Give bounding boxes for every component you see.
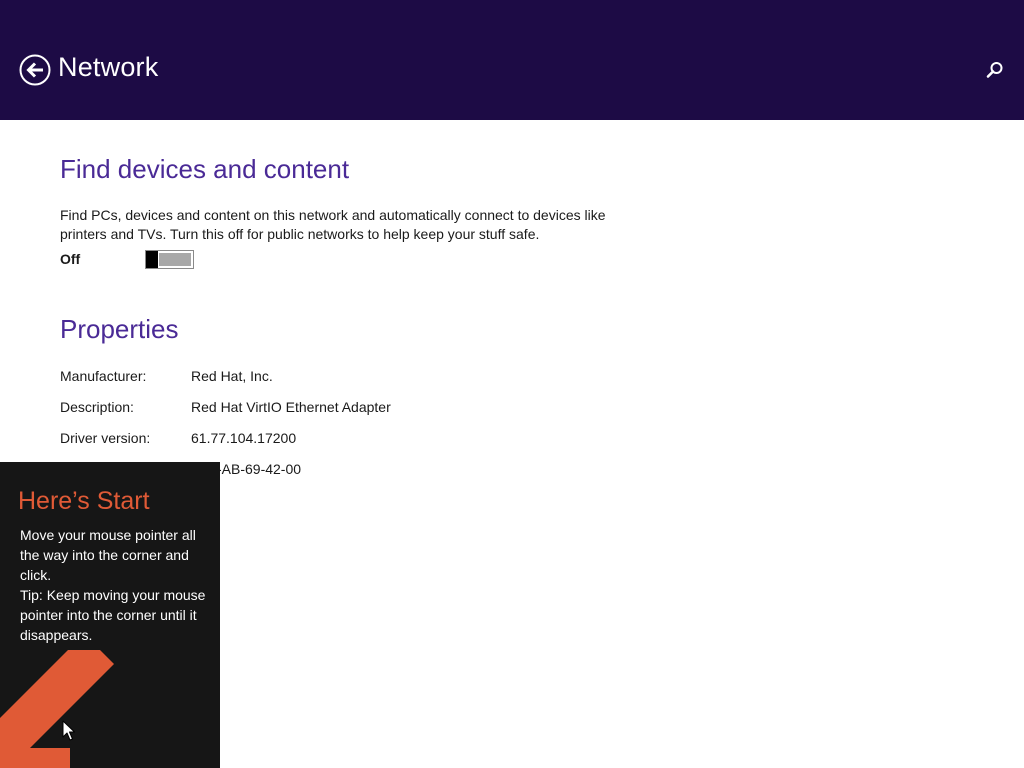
- find-devices-toggle[interactable]: [145, 250, 194, 269]
- start-tip-panel: Here’s Start Move your mouse pointer all…: [0, 462, 220, 768]
- app-header: Network: [0, 0, 1024, 120]
- arrow-down-left-icon: [0, 650, 114, 768]
- property-value: Red Hat, Inc.: [191, 368, 273, 384]
- mouse-cursor-icon: [62, 720, 75, 741]
- start-tip-body: Move your mouse pointer all the way into…: [20, 525, 210, 645]
- property-label: Driver version:: [60, 430, 151, 446]
- start-tip-title: Here’s Start: [18, 487, 150, 515]
- page-title: Network: [58, 52, 159, 82]
- property-label: Description:: [60, 399, 134, 415]
- start-tip-instruction: Move your mouse pointer all the way into…: [20, 527, 196, 583]
- property-value: -AB-69-42-00: [217, 461, 302, 477]
- find-devices-toggle-state: Off: [60, 251, 81, 267]
- properties-heading: Properties: [60, 314, 179, 344]
- search-icon[interactable]: [985, 60, 1005, 80]
- toggle-track: [159, 253, 191, 266]
- toggle-thumb[interactable]: [146, 251, 158, 268]
- property-value: Red Hat VirtIO Ethernet Adapter: [191, 399, 391, 415]
- property-value: 61.77.104.17200: [191, 430, 297, 446]
- find-devices-heading: Find devices and content: [60, 154, 350, 184]
- start-tip-hint: Tip: Keep moving your mouse pointer into…: [20, 587, 206, 643]
- find-devices-description: Find PCs, devices and content on this ne…: [60, 207, 606, 242]
- back-arrow-circle-icon[interactable]: [19, 54, 51, 86]
- property-label: Manufacturer:: [60, 368, 147, 384]
